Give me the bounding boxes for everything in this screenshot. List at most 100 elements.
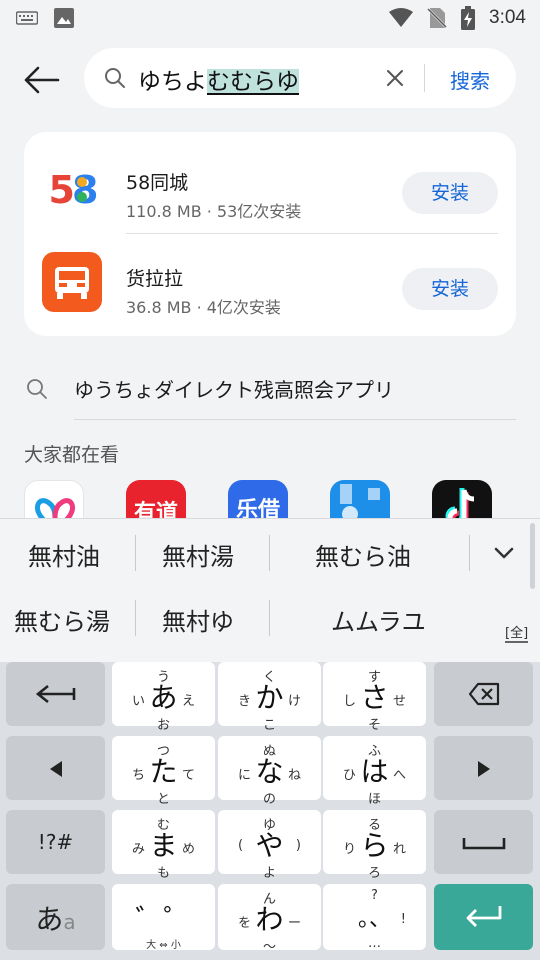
search-query-composing: むむらゆ — [207, 69, 299, 95]
candidate-word[interactable]: 無村ゆ — [162, 602, 234, 637]
close-icon — [387, 70, 403, 86]
kana-center: や — [255, 829, 284, 862]
divider — [135, 600, 136, 636]
kana-right: め — [181, 842, 195, 857]
kana-center: ま — [149, 829, 178, 862]
app-label: 有道 — [133, 501, 178, 520]
enter-key[interactable] — [434, 884, 533, 950]
candidate-word[interactable]: 無むら湯 — [14, 602, 110, 637]
kana-key-punct[interactable]: ?。、!… — [323, 884, 426, 951]
kana-key-ka[interactable]: くきかけこ — [218, 662, 321, 733]
move-left-key[interactable] — [6, 736, 105, 800]
input-mode-label: あa — [6, 898, 105, 938]
app-name: 58同城 — [126, 172, 189, 194]
mode-alpha: a — [63, 910, 76, 934]
search-icon — [105, 68, 125, 88]
search-suggestion[interactable]: ゆうちょダイレクト残高照会アプリ — [24, 364, 516, 420]
popular-app-icon[interactable] — [330, 480, 390, 520]
kana-center: た — [149, 755, 178, 788]
kana-bottom: … — [368, 936, 381, 951]
search-field[interactable]: ゆちよむむらゆ 搜索 — [84, 48, 516, 108]
kana-center: ゛゜ — [135, 903, 192, 936]
back-button[interactable] — [22, 60, 62, 100]
space-icon — [462, 838, 506, 850]
clear-search-button[interactable] — [384, 67, 406, 89]
no-sim-icon — [427, 8, 447, 28]
popular-app-icon[interactable] — [432, 480, 492, 520]
status-time: 3:04 — [489, 7, 526, 28]
kana-center: ら — [360, 829, 389, 862]
popular-app-icon[interactable]: 有道 — [126, 480, 186, 520]
kana-bottom: の — [262, 792, 276, 807]
app-logo-icon — [35, 498, 75, 520]
divider — [269, 600, 270, 636]
kana-key-sa[interactable]: すしさせそ — [323, 662, 426, 733]
search-button[interactable]: 搜索 — [450, 65, 490, 94]
wifi-icon — [389, 8, 414, 27]
kana-key-ra[interactable]: るりられろ — [323, 810, 426, 881]
app-icon-58tongcheng: 58 — [49, 168, 100, 212]
ime-keyboard: 無村油 無村湯 無むら油 無むら湯 無村ゆ ムムラユ [全] !?# あa うい… — [0, 518, 540, 960]
kana-bottom: よ — [262, 866, 276, 881]
kana-bottom: お — [156, 718, 170, 733]
tiktok-icon — [445, 488, 475, 520]
full-width-badge[interactable]: [全] — [505, 627, 529, 643]
svg-text:58: 58 — [49, 168, 97, 212]
kana-key-dakuten[interactable]: ゛゜大 ⇔ 小 — [112, 884, 215, 951]
kana-right: え — [181, 694, 195, 709]
kana-key-ya[interactable]: ゆ(や) よ — [218, 810, 321, 881]
divider — [269, 535, 270, 571]
kana-right: ) — [295, 838, 301, 853]
triangle-right-icon — [478, 761, 490, 777]
battery-charging-icon — [461, 6, 476, 30]
app-icon-huolala — [42, 252, 102, 312]
expand-candidates-button[interactable] — [490, 539, 518, 567]
kana-bottom: も — [156, 866, 170, 881]
kana-bottom: 大 ⇔ 小 — [146, 940, 181, 951]
app-row-58tongcheng[interactable]: 58 58同城 110.8 MB · 53亿次安装 安装 — [24, 138, 516, 234]
input-mode-key[interactable]: あa — [6, 884, 105, 950]
search-input[interactable]: ゆちよむむらゆ — [138, 62, 299, 96]
kana-key-a[interactable]: ういあえお — [112, 662, 215, 733]
scrollbar[interactable] — [530, 523, 535, 589]
kana-key-ha[interactable]: ふひはへほ — [323, 736, 426, 807]
app-logo-icon — [340, 484, 380, 520]
kana-right: れ — [392, 842, 406, 857]
kana-key-ta[interactable]: つちたてと — [112, 736, 215, 807]
symbols-key[interactable]: !?# — [6, 810, 105, 874]
space-key[interactable] — [434, 810, 533, 874]
popular-app-icon[interactable]: 乐借 — [228, 480, 288, 520]
candidate-word[interactable]: 無むら油 — [315, 537, 411, 572]
app-row-huolala[interactable]: 货拉拉 36.8 MB · 4亿次安装 安装 — [24, 234, 516, 330]
kana-top: ? — [371, 888, 378, 903]
install-button[interactable]: 安装 — [402, 268, 498, 310]
kana-bottom: 〜 — [262, 940, 276, 955]
backspace-icon — [468, 682, 500, 706]
app-meta: 36.8 MB · 4亿次安装 — [126, 298, 281, 317]
kana-center: あ — [149, 681, 178, 714]
kana-right: ー — [287, 916, 301, 931]
install-button[interactable]: 安装 — [402, 172, 498, 214]
kana-right: ね — [287, 768, 301, 783]
kana-center: わ — [255, 903, 284, 936]
popular-app-icon[interactable] — [24, 480, 84, 520]
key-grid: !?# あa ういあえおくきかけこすしさせそつちたてとぬになねのふひはへほむみま… — [0, 662, 540, 960]
kana-key-ma[interactable]: むみまめも — [112, 810, 215, 881]
image-icon — [54, 8, 74, 28]
search-query-committed: ゆちよ — [138, 69, 207, 95]
triangle-left-icon — [50, 761, 62, 777]
kana-key-wa[interactable]: んをわー〜 — [218, 884, 321, 955]
kana-right: せ — [392, 694, 406, 709]
keyboard-icon — [16, 11, 38, 25]
candidate-word[interactable]: 無村油 — [28, 537, 100, 572]
move-right-key[interactable] — [434, 736, 533, 800]
divider — [469, 535, 470, 571]
cursor-left-key[interactable] — [6, 662, 105, 726]
kana-bottom: こ — [262, 718, 276, 733]
candidate-word[interactable]: 無村湯 — [162, 537, 234, 572]
candidate-word[interactable]: ムムラユ — [331, 602, 426, 637]
section-title: 大家都在看 — [24, 444, 120, 466]
app-name: 货拉拉 — [126, 268, 184, 290]
backspace-key[interactable] — [434, 662, 533, 726]
kana-key-na[interactable]: ぬになねの — [218, 736, 321, 807]
